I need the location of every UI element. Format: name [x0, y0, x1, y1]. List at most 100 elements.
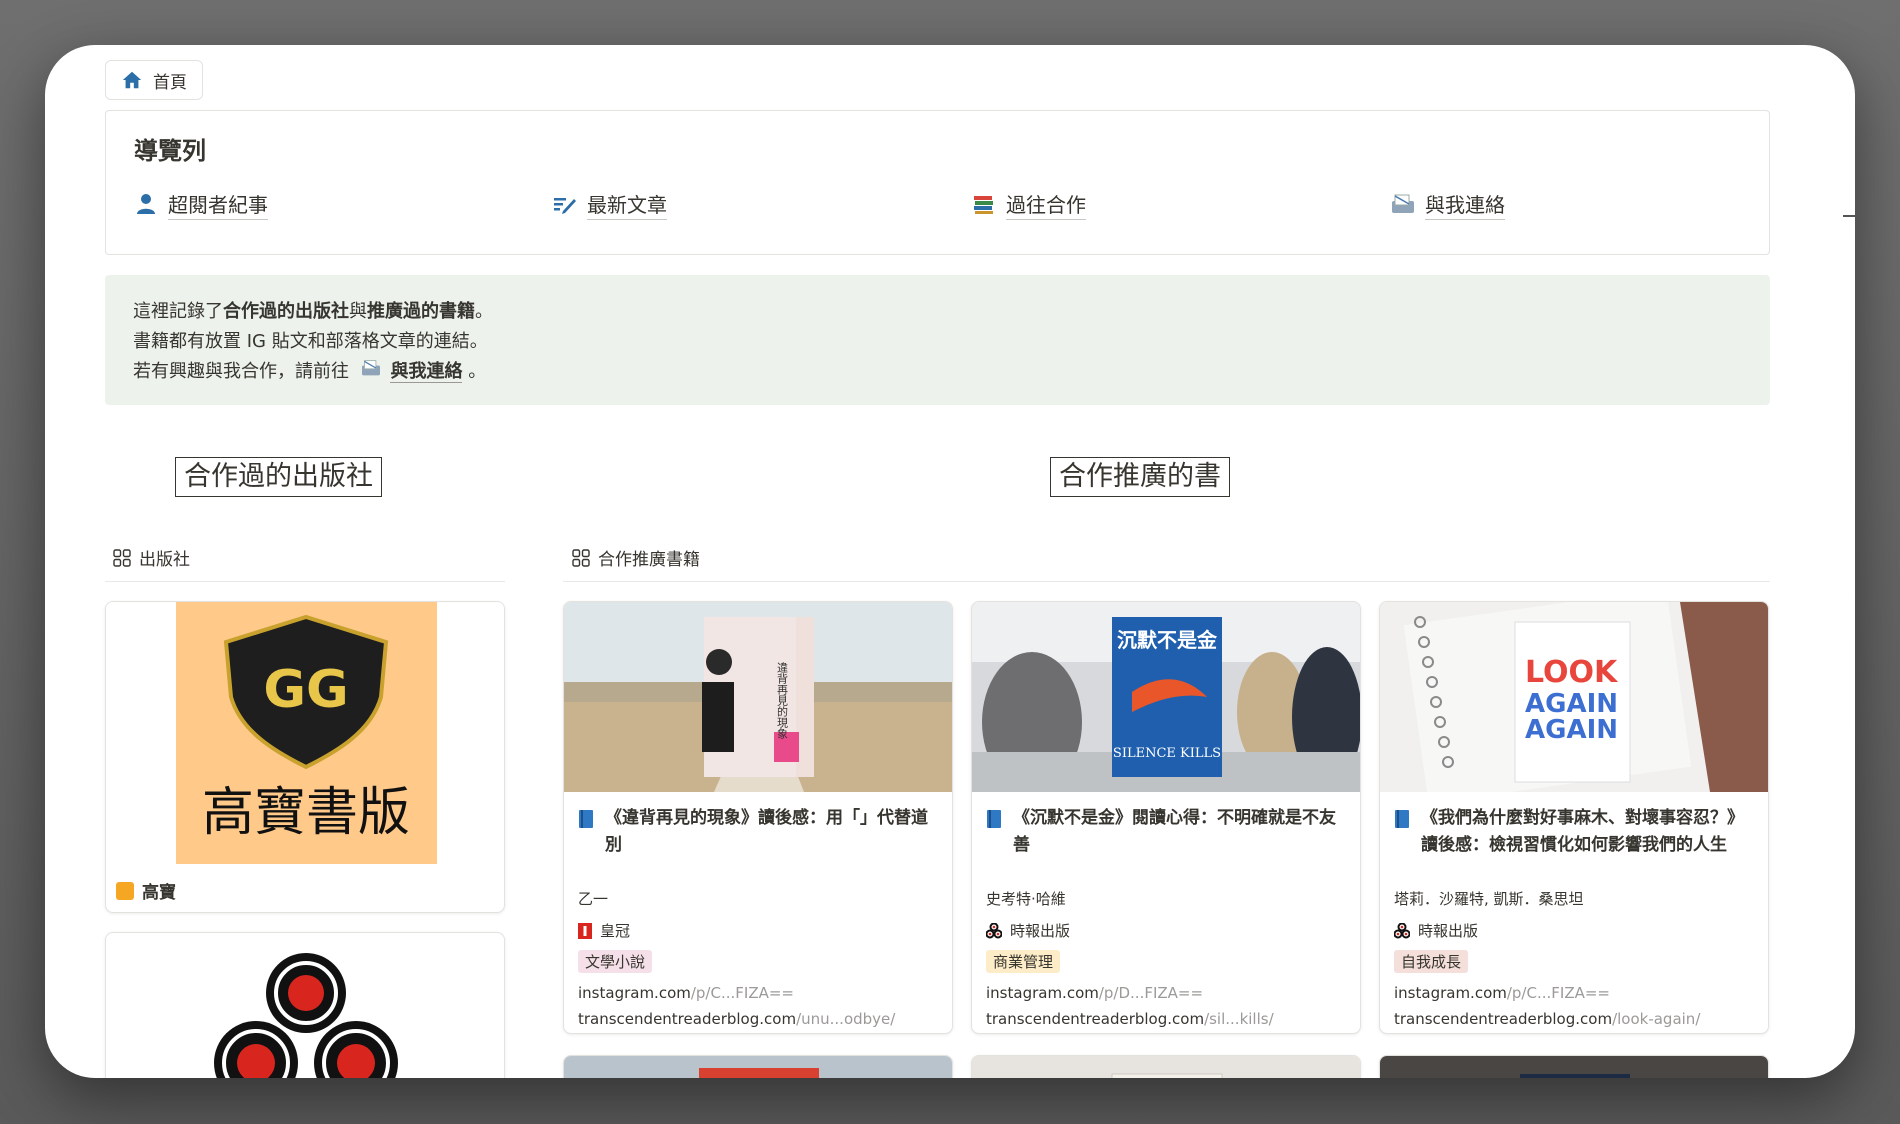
nav-link-contact[interactable]: 與我連絡 — [1391, 187, 1505, 221]
instagram-link[interactable]: instagram.com/p/C...FIZA== — [578, 984, 794, 1002]
publisher-name: 高寶 — [142, 883, 176, 903]
book-title: 《違背再見的現象》讀後感：用「」代替道別 — [578, 805, 940, 859]
book-cover-line-3: AGAIN — [1525, 715, 1618, 745]
callout-text: 若有興趣與我合作，請前往 — [133, 361, 349, 382]
callout-text: 。 — [475, 301, 493, 322]
book-publisher: 時報出版 — [1418, 922, 1479, 940]
book-publisher-row: 時報出版 — [1394, 920, 1478, 941]
book-author: 乙一 — [578, 890, 609, 908]
book-cover-image: LOOK AGAIN AGAIN — [1380, 602, 1768, 792]
book-cover-image — [972, 1056, 1360, 1078]
tab-label: 出版社 — [139, 550, 190, 570]
instagram-link[interactable]: instagram.com/p/D...FIZA== — [986, 984, 1203, 1002]
book-card-partial[interactable] — [971, 1055, 1361, 1078]
publisher-logo-icon — [214, 953, 398, 1078]
book-author: 塔莉．沙羅特, 凱斯．桑思坦 — [1394, 890, 1584, 908]
book-author: 史考特·哈維 — [986, 890, 1066, 908]
person-icon — [134, 192, 158, 216]
navigation-title: 導覽列 — [134, 137, 206, 165]
book-cover-line-1: LOOK — [1525, 655, 1619, 690]
link-host: transcendentreaderblog.com — [1394, 1010, 1613, 1028]
blog-link[interactable]: transcendentreaderblog.com/unu...odbye/ — [578, 1010, 895, 1028]
nav-link-past-collaborations[interactable]: 過往合作 — [972, 187, 1086, 221]
mailbox-icon — [361, 357, 381, 387]
blog-link[interactable]: transcendentreaderblog.com/sil...kills/ — [986, 1010, 1274, 1028]
book-publisher-row: 皇冠 — [578, 920, 630, 941]
publisher-logo: GG 高寶書版 — [176, 602, 437, 864]
book-card-partial[interactable] — [1379, 1055, 1769, 1078]
blue-book-icon — [579, 810, 593, 828]
book-publisher-row: 時報出版 — [986, 920, 1070, 941]
book-cover-image: 沉默不是金 SILENCE KILLS — [972, 602, 1360, 792]
link-path: /p/C...FIZA== — [1506, 984, 1610, 1002]
link-path: /sil...kills/ — [1204, 1010, 1274, 1028]
callout-text: 。 — [468, 361, 487, 382]
nav-link-label: 超閱者紀事 — [168, 189, 268, 220]
books-icon — [972, 192, 996, 216]
blog-link[interactable]: transcendentreaderblog.com/look-again/ — [1394, 1010, 1700, 1028]
book-title-text: 《我們為什麼對好事麻木、對壞事容忍？》讀後感：檢視習慣化如何影響我們的人生 — [1421, 808, 1744, 855]
book-card[interactable]: 違背再見的現象 《違背再見的現象》讀後感：用「」代替道別 乙一 皇冠 文學小說 … — [563, 601, 953, 1034]
publisher-card[interactable]: GG 高寶書版 高寶 — [105, 601, 505, 913]
nav-link-latest-articles[interactable]: 最新文章 — [553, 187, 667, 221]
publishers-gallery-tab[interactable]: 出版社 — [113, 545, 190, 570]
nav-link-about[interactable]: 超閱者紀事 — [134, 187, 268, 221]
link-path: /p/D...FIZA== — [1098, 984, 1204, 1002]
book-title: 《沉默不是金》閱讀心得：不明確就是不友善 — [986, 805, 1348, 859]
link-host: transcendentreaderblog.com — [578, 1010, 797, 1028]
book-cover-image: 違背再見的現象 — [564, 602, 952, 792]
pencil-list-icon — [553, 192, 577, 216]
navigation-box: 導覽列 超閱者紀事 最新文章 過往合作 與我連絡 — [105, 110, 1770, 255]
book-title-text: 《違背再見的現象》讀後感：用「」代替道別 — [605, 808, 928, 855]
logo-text: 高寶書版 — [202, 783, 410, 843]
book-card-partial[interactable] — [563, 1055, 953, 1078]
breadcrumb-home[interactable]: 首頁 — [105, 60, 203, 100]
book-title: 《我們為什麼對好事麻木、對壞事容忍？》讀後感：檢視習慣化如何影響我們的人生 — [1394, 805, 1756, 859]
link-host: instagram.com — [578, 984, 691, 1002]
scrollbar-indicator[interactable] — [1843, 215, 1855, 217]
books-gallery-tab[interactable]: 合作推廣書籍 — [572, 545, 700, 570]
gallery-icon — [572, 548, 590, 567]
book-cover-text: 違背再見的現象 — [776, 662, 789, 739]
app-window: 首頁 導覽列 超閱者紀事 最新文章 過往合作 與我連絡 這裡記錄了合作過的出版社… — [45, 45, 1855, 1078]
blue-book-icon — [987, 810, 1001, 828]
instagram-link[interactable]: instagram.com/p/C...FIZA== — [1394, 984, 1610, 1002]
china-times-publisher-icon — [986, 922, 1002, 938]
books-divider — [563, 581, 1770, 582]
link-host: instagram.com — [1394, 984, 1507, 1002]
publisher-card[interactable] — [105, 932, 505, 1078]
link-host: instagram.com — [986, 984, 1099, 1002]
book-title-text: 《沉默不是金》閱讀心得：不明確就是不友善 — [1013, 808, 1336, 855]
link-path: /look-again/ — [1612, 1010, 1701, 1028]
book-cover-image — [564, 1056, 952, 1078]
callout-bold-books: 推廣過的書籍 — [367, 301, 475, 322]
contact-link[interactable]: 與我連絡 — [390, 361, 463, 383]
book-cover-subtitle: SILENCE KILLS — [1113, 746, 1221, 761]
intro-callout: 這裡記錄了合作過的出版社與推廣過的書籍。 書籍都有放置 IG 貼文和部落格文章的… — [105, 275, 1770, 405]
blue-book-icon — [1395, 810, 1409, 828]
book-card[interactable]: 沉默不是金 SILENCE KILLS 《沉默不是金》閱讀心得：不明確就是不友善… — [971, 601, 1361, 1034]
publishers-divider — [105, 581, 505, 582]
publisher-name-row: 高寶 — [116, 878, 176, 903]
callout-line-3: 若有興趣與我合作，請前往 與我連絡 。 — [133, 357, 1742, 387]
china-times-publisher-icon — [1394, 922, 1410, 938]
callout-line-2: 書籍都有放置 IG 貼文和部落格文章的連結。 — [133, 331, 488, 352]
book-cover-text: 沉默不是金 — [1117, 628, 1218, 652]
book-cover-image — [1380, 1056, 1768, 1078]
nav-link-label: 最新文章 — [587, 189, 667, 220]
publisher-cover: GG 高寶書版 — [106, 602, 504, 864]
books-heading: 合作推廣的書 — [1050, 457, 1230, 497]
nav-link-label: 與我連絡 — [1425, 189, 1505, 220]
home-icon — [122, 71, 142, 89]
crown-publisher-icon — [578, 922, 592, 939]
tab-label: 合作推廣書籍 — [598, 550, 700, 570]
callout-text: 這裡記錄了 — [133, 301, 223, 322]
callout-line-1: 這裡記錄了合作過的出版社與推廣過的書籍。 — [133, 297, 1742, 327]
link-host: transcendentreaderblog.com — [986, 1010, 1205, 1028]
book-publisher: 時報出版 — [1010, 922, 1071, 940]
book-genre-tag: 自我成長 — [1394, 950, 1469, 973]
nav-link-label: 過往合作 — [1006, 189, 1086, 220]
publishers-heading: 合作過的出版社 — [175, 457, 382, 497]
book-card[interactable]: LOOK AGAIN AGAIN 《我們為什麼對好事麻木、對壞事容忍？》讀後感：… — [1379, 601, 1769, 1034]
mailbox-icon — [1391, 192, 1415, 216]
